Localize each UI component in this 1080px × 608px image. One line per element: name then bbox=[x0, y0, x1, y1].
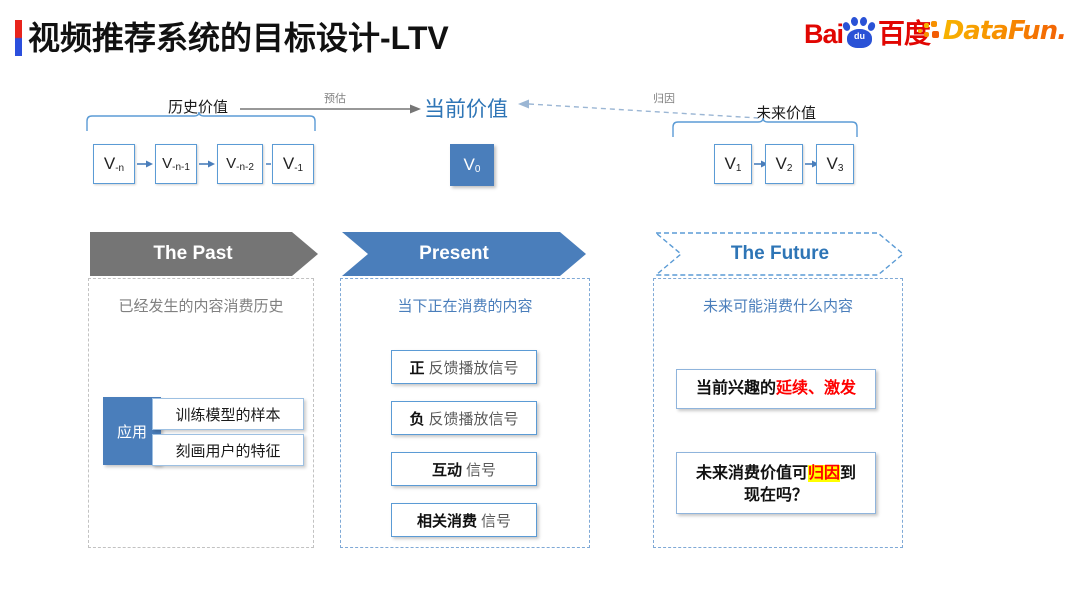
signal-weak-text: 反馈播放信号 bbox=[428, 359, 519, 377]
panel-head-the-future: 未来可能消费什么内容 bbox=[702, 298, 853, 315]
signal-box-interaction: 互动 信号 bbox=[391, 452, 537, 486]
signal-strong-text: 负 bbox=[409, 410, 425, 428]
future-box-interest-continuation: 当前兴趣的 延续、激发 bbox=[676, 369, 876, 409]
page-header: 视频推荐系统的目标设计-LTV Bai du 百度 DataFun. bbox=[0, 0, 1080, 72]
value-timeline: 历史价值 预估 当前价值 归因 未来价值 V-n V-n-1 V-n-2 V-1 bbox=[0, 88, 1080, 203]
signal-box-related-consumption: 相关消费 信号 bbox=[391, 503, 537, 537]
timeline-box-label: V-n-2 bbox=[226, 155, 254, 173]
signal-strong-text: 相关消费 bbox=[416, 512, 477, 530]
chevron-the-past: The Past bbox=[90, 232, 318, 276]
datafun-wordmark: DataFun. bbox=[942, 16, 1067, 46]
future-question-line2: 现在吗？ bbox=[743, 486, 808, 504]
panel-head-the-past: 已经发生的内容消费历史 bbox=[118, 298, 284, 315]
timeline-box-v3: V3 bbox=[816, 144, 854, 184]
attribution-arrow-icon bbox=[518, 99, 758, 119]
panel-head-present: 当下正在消费的内容 bbox=[397, 298, 533, 315]
baidu-bai-text: Bai bbox=[803, 19, 844, 49]
past-brace-icon bbox=[86, 112, 316, 131]
chain-arrow-icon bbox=[137, 160, 153, 168]
future-text-emphasis: 延续、激发 bbox=[776, 380, 857, 398]
apply-item-training-sample: 训练模型的样本 bbox=[152, 398, 304, 430]
future-text-plain: 当前兴趣的 bbox=[695, 380, 776, 398]
future-text-plain: 未来消费价值可 bbox=[695, 465, 808, 482]
label-current-value: 当前价值 bbox=[424, 98, 508, 121]
future-text-emphasis: 归因 bbox=[807, 465, 840, 482]
timeline-box-label: V-1 bbox=[282, 154, 304, 174]
future-text-plain-2: 到 bbox=[840, 465, 857, 482]
timeline-box-label: V0 bbox=[463, 155, 481, 175]
signal-weak-text: 反馈播放信号 bbox=[428, 410, 519, 428]
chain-arrow-icon bbox=[199, 160, 215, 168]
chevron-label: The Future bbox=[730, 243, 830, 264]
datafun-logo: DataFun. bbox=[917, 16, 1067, 46]
timeline-box-v2: V2 bbox=[765, 144, 803, 184]
timeline-box-v1: V1 bbox=[714, 144, 752, 184]
timeline-box-label: V-n bbox=[103, 154, 125, 174]
timeline-box-label: V1 bbox=[724, 154, 742, 174]
timeline-box-v-n-1: V-n-1 bbox=[155, 144, 197, 184]
baidu-logo: Bai du 百度 bbox=[803, 14, 931, 49]
signal-weak-text: 信号 bbox=[466, 461, 497, 479]
signal-strong-text: 互动 bbox=[431, 461, 462, 479]
timeline-box-label: V3 bbox=[826, 154, 844, 174]
baidu-paw-icon: du bbox=[841, 16, 877, 48]
chevron-the-future: The Future bbox=[655, 232, 905, 276]
baidu-du-text: du bbox=[854, 31, 865, 41]
timeline-box-v-1: V-1 bbox=[272, 144, 314, 184]
signal-box-positive: 正 反馈播放信号 bbox=[391, 350, 537, 384]
chevron-label: The Past bbox=[153, 243, 233, 264]
datafun-dots-icon bbox=[917, 20, 942, 42]
signal-weak-text: 信号 bbox=[481, 512, 512, 530]
apply-item-user-feature: 刻画用户的特征 bbox=[152, 434, 304, 466]
chevron-present: Present bbox=[342, 232, 586, 276]
timeline-box-v-n: V-n bbox=[93, 144, 135, 184]
title-accent-bar bbox=[15, 20, 22, 56]
timeline-box-label: V2 bbox=[775, 154, 793, 174]
future-box-attribution-question: 未来消费价值可归因到 现在吗？ bbox=[676, 452, 876, 514]
chevron-label: Present bbox=[419, 243, 489, 264]
timeline-box-v0: V0 bbox=[450, 144, 494, 186]
page-title: 视频推荐系统的目标设计-LTV bbox=[28, 20, 449, 56]
future-question-line1: 未来消费价值可归因到 bbox=[685, 463, 867, 485]
timeline-box-label: V-n-1 bbox=[162, 155, 190, 173]
signal-strong-text: 正 bbox=[409, 359, 425, 377]
signal-box-negative: 负 反馈播放信号 bbox=[391, 401, 537, 435]
future-brace-icon bbox=[672, 118, 858, 137]
timeline-box-v-n-2: V-n-2 bbox=[217, 144, 263, 184]
